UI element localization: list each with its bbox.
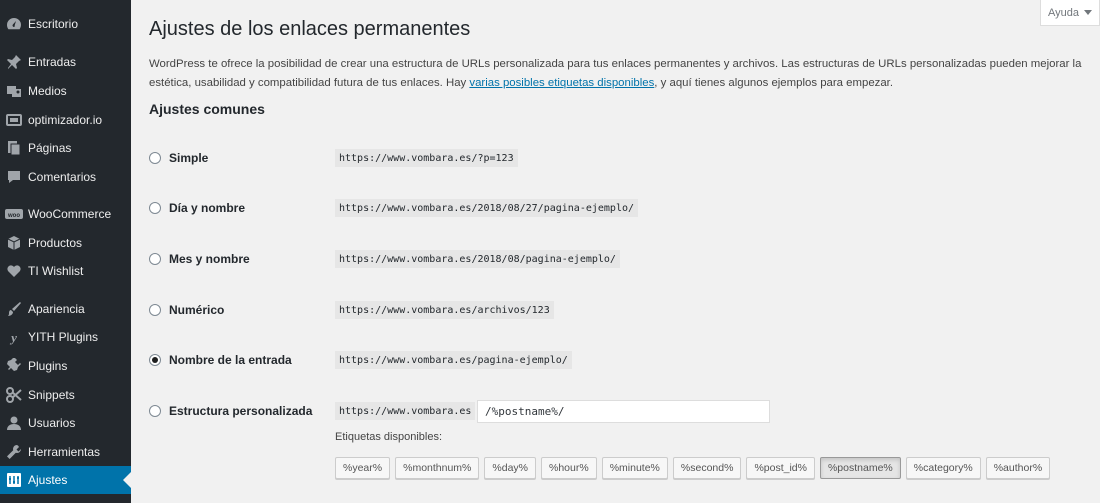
sidebar-item-label: optimizador.io: [28, 113, 103, 127]
sidebar-item-label: Comentarios: [28, 170, 97, 184]
section-title-common-settings: Ajustes comunes: [149, 101, 265, 117]
sidebar-item-label: Entradas: [28, 55, 77, 69]
heart-icon: [5, 262, 23, 280]
sidebar-item-apariencia[interactable]: Apariencia: [0, 295, 131, 323]
sidebar-item-label: Páginas: [28, 141, 72, 155]
optimizer-icon: [5, 111, 23, 129]
yith-icon: y: [5, 328, 23, 346]
sidebar-item-yith-plugins[interactable]: y YITH Plugins: [0, 323, 131, 351]
option-label: Simple: [169, 151, 209, 165]
sidebar-item-usuarios[interactable]: Usuarios: [0, 409, 131, 437]
sidebar-item-paginas[interactable]: Páginas: [0, 134, 131, 162]
sidebar-item-productos[interactable]: Productos: [0, 229, 131, 257]
tag-button-postname[interactable]: %postname%: [819, 457, 901, 479]
radio-day-name[interactable]: [149, 202, 161, 214]
custom-structure-input[interactable]: /%postname%/: [477, 400, 770, 423]
option-label: Nombre de la entrada: [169, 353, 292, 367]
page-title: Ajustes de los enlaces permanentes: [149, 18, 471, 40]
permalink-option-post-name[interactable]: Nombre de la entrada: [149, 350, 292, 370]
sidebar-item-comentarios[interactable]: Comentarios: [0, 163, 131, 191]
svg-text:y: y: [9, 330, 17, 345]
sidebar-item-label: YITH Plugins: [28, 330, 99, 344]
admin-sidebar: Escritorio Entradas Medios optimizador.i…: [0, 0, 131, 503]
pages-icon: [5, 139, 23, 157]
available-tags-label: Etiquetas disponibles:: [335, 431, 443, 443]
example-url: https://www.vombara.es/?p=123: [335, 149, 518, 167]
sidebar-item-label: Medios: [28, 84, 67, 98]
sidebar-item-ajustes[interactable]: Ajustes: [0, 466, 131, 494]
example-url: https://www.vombara.es/2018/08/27/pagina…: [335, 199, 639, 217]
intro-paragraph: WordPress te ofrece la posibilidad de cr…: [149, 55, 1094, 92]
sidebar-item-optimizador[interactable]: optimizador.io: [0, 106, 131, 134]
woocommerce-icon: woo: [5, 205, 23, 223]
pin-icon: [5, 53, 23, 71]
sidebar-item-ti-wishlist[interactable]: TI Wishlist: [0, 257, 131, 285]
option-label: Mes y nombre: [169, 252, 250, 266]
tag-button-post-id[interactable]: %post_id%: [746, 457, 815, 479]
example-url: https://www.vombara.es/pagina-ejemplo/: [335, 351, 572, 369]
chevron-down-icon: [1084, 10, 1092, 15]
tag-button-second[interactable]: %second%: [672, 457, 742, 479]
sidebar-item-medios[interactable]: Medios: [0, 77, 131, 105]
sidebar-item-label: Apariencia: [28, 302, 85, 316]
radio-custom[interactable]: [149, 405, 161, 417]
option-label: Numérico: [169, 303, 225, 317]
sidebar-item-plugins[interactable]: Plugins: [0, 352, 131, 380]
radio-simple[interactable]: [149, 152, 161, 164]
sidebar-item-label: Snippets: [28, 388, 75, 402]
settings-icon: [5, 471, 23, 489]
svg-text:woo: woo: [7, 213, 20, 219]
permalink-option-custom[interactable]: Estructura personalizada: [149, 401, 312, 421]
permalink-option-simple[interactable]: Simple: [149, 148, 208, 168]
permalink-option-numeric[interactable]: Numérico: [149, 300, 224, 320]
sidebar-item-label: Escritorio: [28, 17, 79, 31]
dashboard-icon: [5, 15, 23, 33]
tag-button-monthnum[interactable]: %monthnum%: [395, 457, 480, 479]
plug-icon: [5, 357, 23, 375]
example-url: https://www.vombara.es/archivos/123: [335, 301, 554, 319]
radio-post-name[interactable]: [149, 354, 161, 366]
media-icon: [5, 82, 23, 100]
custom-structure-prefix: https://www.vombara.es: [335, 402, 476, 420]
example-url: https://www.vombara.es/2018/08/pagina-ej…: [335, 250, 620, 268]
wrench-icon: [5, 443, 23, 461]
brush-icon: [5, 300, 23, 318]
option-label: Estructura personalizada: [169, 404, 313, 418]
intro-text-after: , y aquí tienes algunos ejemplos para em…: [654, 76, 894, 89]
sidebar-item-snippets[interactable]: Snippets: [0, 381, 131, 409]
tag-button-category[interactable]: %category%: [905, 457, 981, 479]
sidebar-item-entradas[interactable]: Entradas: [0, 48, 131, 76]
sidebar-item-label: WooCommerce: [28, 207, 112, 221]
permalink-option-month-name[interactable]: Mes y nombre: [149, 249, 250, 269]
user-icon: [5, 414, 23, 432]
option-label: Día y nombre: [169, 201, 246, 215]
sidebar-item-label: Productos: [28, 236, 83, 250]
product-box-icon: [5, 234, 23, 252]
sidebar-item-herramientas[interactable]: Herramientas: [0, 438, 131, 466]
tag-button-day[interactable]: %day%: [484, 457, 536, 479]
tag-button-author[interactable]: %author%: [985, 457, 1051, 479]
help-tab-button[interactable]: Ayuda: [1040, 0, 1100, 26]
sidebar-item-woocommerce[interactable]: woo WooCommerce: [0, 200, 131, 228]
comment-icon: [5, 168, 23, 186]
available-tags-link[interactable]: varias posibles etiquetas disponibles: [469, 77, 654, 89]
available-tags: %year% %monthnum% %day% %hour% %minute% …: [335, 457, 1051, 479]
sidebar-item-escritorio[interactable]: Escritorio: [0, 10, 131, 38]
tag-button-year[interactable]: %year%: [335, 457, 391, 479]
tag-button-hour[interactable]: %hour%: [541, 457, 597, 479]
help-tab-label: Ayuda: [1048, 6, 1079, 19]
radio-month-name[interactable]: [149, 253, 161, 265]
sidebar-item-label: TI Wishlist: [28, 264, 84, 278]
permalink-option-day-name[interactable]: Día y nombre: [149, 198, 245, 218]
sidebar-item-label: Herramientas: [28, 445, 101, 459]
snippets-icon: [5, 386, 23, 404]
tag-button-minute[interactable]: %minute%: [601, 457, 668, 479]
sidebar-item-label: Usuarios: [28, 416, 76, 430]
sidebar-item-label: Ajustes: [28, 473, 68, 487]
radio-numeric[interactable]: [149, 304, 161, 316]
sidebar-item-label: Plugins: [28, 359, 68, 373]
